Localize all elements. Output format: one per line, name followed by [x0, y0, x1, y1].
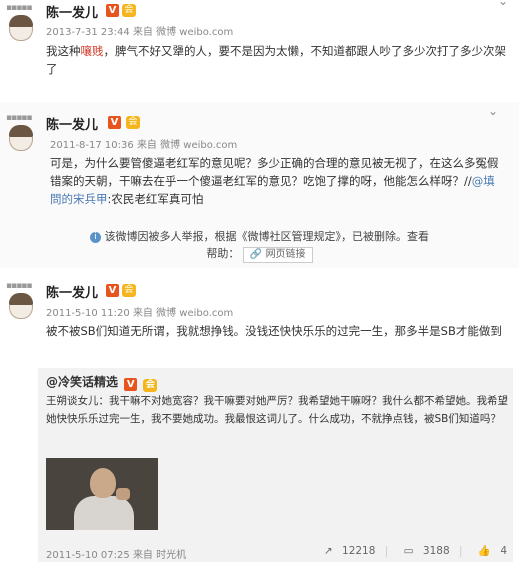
- member-badge-icon[interactable]: 会: [126, 116, 140, 129]
- chevron-down-icon[interactable]: ⌄: [498, 0, 508, 8]
- repost-card[interactable]: @冷笑话精选 V 会 王朔谈女儿：我干嘛不对她宽容？我干嘛要对她严厉？我希望她干…: [38, 368, 513, 562]
- author-name[interactable]: 陈一发儿: [46, 114, 98, 133]
- verified-badge-icon[interactable]: V: [106, 284, 119, 297]
- author-name[interactable]: 陈一发儿: [46, 2, 98, 21]
- comment-icon: ▭: [403, 545, 414, 557]
- info-icon: i: [90, 231, 101, 243]
- chevron-down-icon[interactable]: ⌄: [488, 104, 498, 118]
- avatar-dots-icon: ▪▪▪▪▪: [6, 281, 32, 291]
- post-time[interactable]: 2011-5-10 11:20: [46, 308, 130, 319]
- weibo-post-3: ▪▪▪▪▪ 陈一发儿 V 会 2011-5-10 11:20 来自 微博 wei…: [0, 272, 519, 563]
- repost-text: 王朔谈女儿：我干嘛不对她宽容？我干嘛要对她严厉？我希望她干嘛呀？我什么都不希望她…: [46, 395, 508, 425]
- repost-actions: ↗ 12218 | ▭ 3188 | 👍 4: [312, 544, 507, 557]
- weibo-post-1: ▪▪▪▪▪ 陈一发儿 V 会 2013-7-31 23:44 来自 微博 wei…: [0, 0, 519, 88]
- avatar[interactable]: ▪▪▪▪▪: [6, 281, 36, 319]
- post-source[interactable]: 微博 weibo.com: [156, 308, 233, 319]
- weibo-post-2: ▪▪▪▪▪ 陈一发儿 V 会 2011-8-17 10:36 来自 微博 wei…: [0, 102, 519, 268]
- member-badge-icon[interactable]: 会: [122, 284, 136, 297]
- post-text: 我这种嚷贱，脾气不好又犟的人，要不是因为太懒，不知道都跟人吵了多少次打了多少次架…: [46, 44, 506, 76]
- avatar-dots-icon: ▪▪▪▪▪: [6, 113, 32, 123]
- post-text: 可是，为什么要管傻逼老红军的意见呢？多少正确的合理的意见被无视了，在这么多冤假错…: [50, 156, 499, 206]
- avatar-dots-icon: ▪▪▪▪▪: [6, 3, 32, 13]
- post-meta: 2011-5-10 11:20 来自 微博 weibo.com: [46, 308, 234, 319]
- repost-photo[interactable]: [46, 458, 158, 530]
- like-button[interactable]: 👍 4: [472, 545, 507, 557]
- like-icon: 👍: [477, 545, 491, 557]
- post-time[interactable]: 2011-8-17 10:36: [50, 140, 134, 151]
- author-name[interactable]: 陈一发儿: [46, 282, 98, 301]
- verified-badge-icon[interactable]: V: [108, 116, 121, 129]
- highlighted-word: 嚷贱: [80, 44, 104, 58]
- avatar[interactable]: ▪▪▪▪▪: [6, 113, 36, 151]
- web-link-button[interactable]: 🔗 网页链接: [242, 247, 313, 263]
- repost-source[interactable]: 时光机: [156, 550, 186, 561]
- post-source[interactable]: 微博 weibo.com: [160, 140, 237, 151]
- post-text: 被不被SB们知道无所谓，我就想挣钱。没钱还快快乐乐的过完一生，那多半是SB才能做…: [46, 324, 502, 338]
- post-time[interactable]: 2013-7-31 23:44: [46, 27, 130, 38]
- repost-time[interactable]: 2011-5-10 07:25: [46, 550, 130, 561]
- avatar[interactable]: ▪▪▪▪▪: [6, 3, 36, 41]
- verified-badge-icon: V: [124, 378, 138, 391]
- post-meta: 2013-7-31 23:44 来自 微博 weibo.com: [46, 27, 234, 38]
- member-badge-icon: 会: [143, 379, 158, 392]
- post-meta: 2011-8-17 10:36 来自 微博 weibo.com: [50, 140, 238, 151]
- post-source[interactable]: 微博 weibo.com: [156, 27, 233, 38]
- deleted-notice: i 该微博因被多人举报，根据《微博社区管理规定》，已被删除。查看 帮助： 🔗 网…: [0, 228, 519, 268]
- repost-author[interactable]: @冷笑话精选 V 会: [46, 373, 158, 392]
- repost-icon: ↗: [323, 545, 333, 557]
- member-badge-icon[interactable]: 会: [122, 4, 136, 17]
- comment-button[interactable]: ▭ 3188: [398, 545, 450, 557]
- repost-button[interactable]: ↗ 12218: [318, 545, 376, 557]
- link-icon: 🔗: [249, 249, 263, 260]
- verified-badge-icon[interactable]: V: [106, 4, 119, 17]
- repost-meta: 2011-5-10 07:25 来自 时光机: [46, 550, 187, 561]
